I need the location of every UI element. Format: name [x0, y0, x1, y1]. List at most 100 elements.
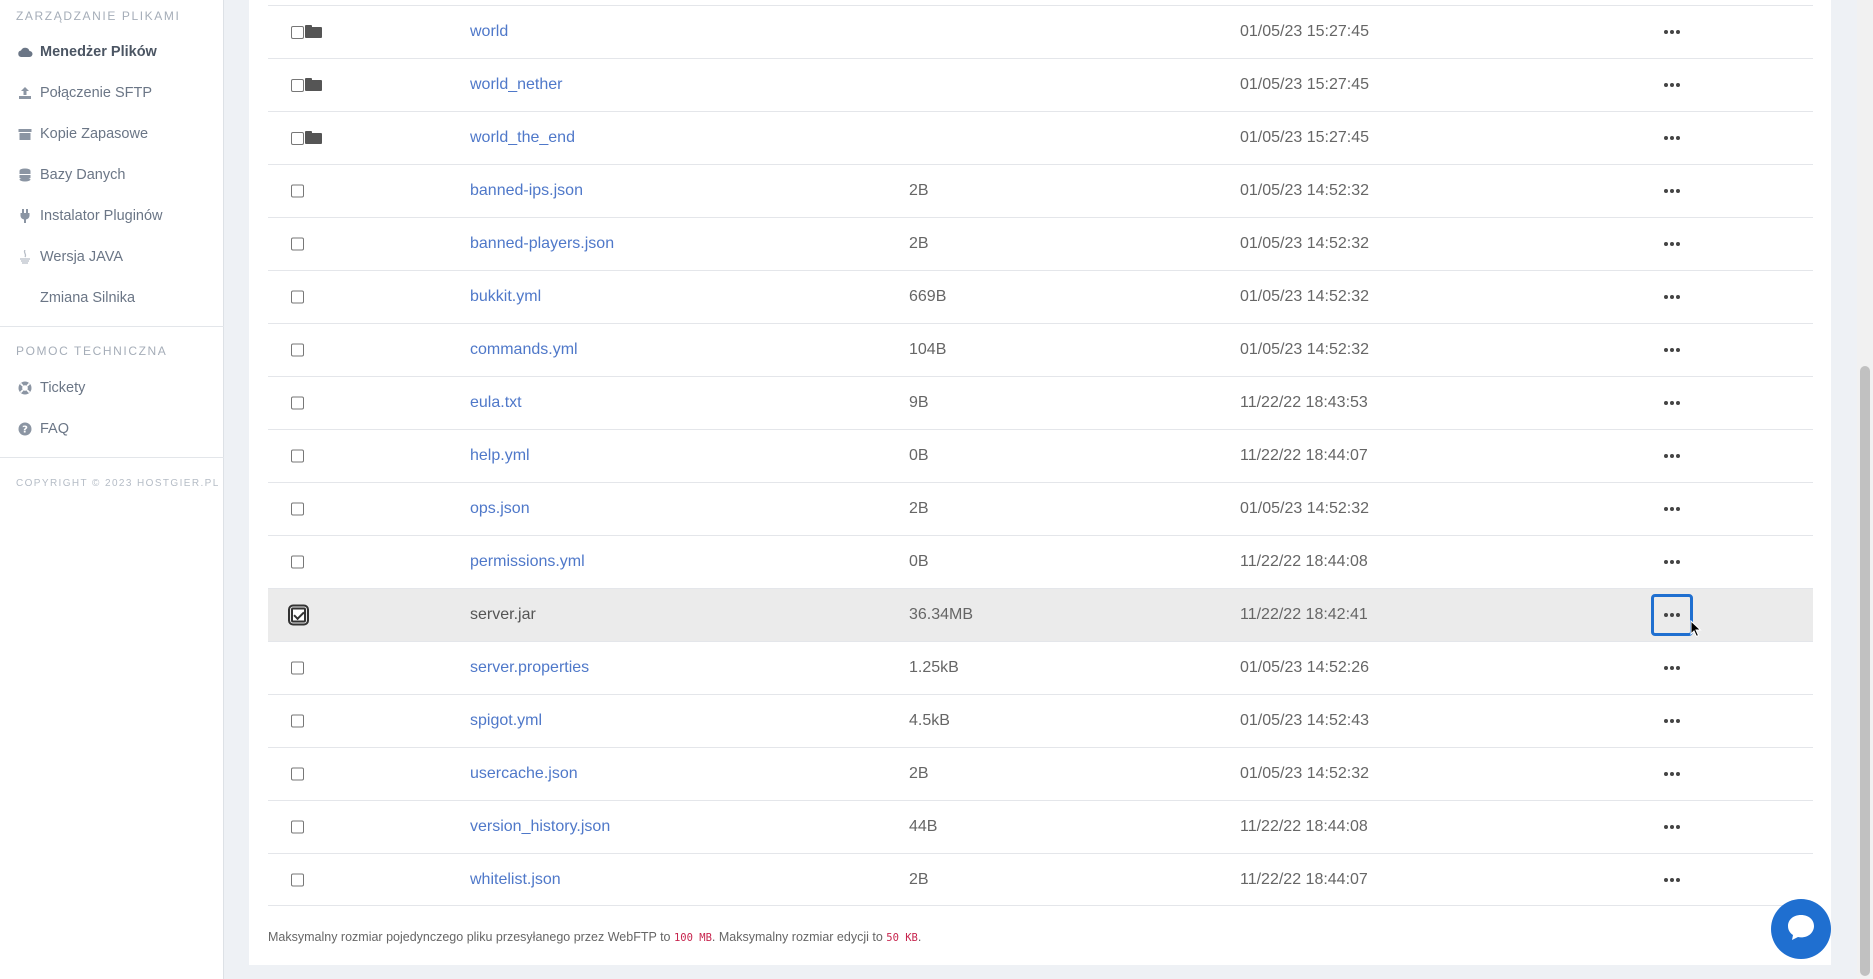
archive-icon	[16, 125, 34, 143]
row-actions-button[interactable]	[1651, 488, 1693, 530]
file-name-link[interactable]: banned-ips.json	[470, 182, 583, 200]
sidebar-item-engine-change[interactable]: Zmiana Silnika	[16, 283, 216, 313]
row-checkbox[interactable]	[291, 184, 304, 198]
row-checkbox[interactable]	[291, 555, 304, 569]
sidebar-item-file-manager[interactable]: Menedżer Plików	[16, 37, 216, 67]
file-name-link[interactable]: permissions.yml	[470, 553, 585, 571]
table-row[interactable]: world_the_end 01/05/23 15:27:45	[268, 111, 1813, 164]
file-modified-date: 01/05/23 14:52:32	[1240, 341, 1370, 358]
row-actions-button[interactable]	[1651, 329, 1693, 371]
row-actions-button[interactable]	[1651, 806, 1693, 848]
file-name-link[interactable]: version_history.json	[470, 818, 610, 836]
svg-text:?: ?	[22, 425, 28, 436]
file-name-link[interactable]: spigot.yml	[470, 712, 542, 730]
table-row[interactable]: commands.yml 104B 01/05/23 14:52:32	[268, 323, 1813, 376]
row-checkbox[interactable]	[291, 290, 304, 304]
table-row[interactable]: world 01/05/23 15:27:45	[268, 5, 1813, 58]
sidebar-item-sftp[interactable]: Połączenie SFTP	[16, 78, 216, 108]
row-actions-button[interactable]	[1651, 382, 1693, 424]
file-size: 2B	[909, 182, 929, 199]
file-name-link[interactable]: banned-players.json	[470, 235, 614, 253]
table-row[interactable]: bukkit.yml 669B 01/05/23 14:52:32	[268, 270, 1813, 323]
file-size: 0B	[909, 553, 929, 570]
table-row[interactable]: spigot.yml 4.5kB 01/05/23 14:52:43	[268, 694, 1813, 747]
table-row[interactable]: server.properties 1.25kB 01/05/23 14:52:26	[268, 641, 1813, 694]
row-actions-button[interactable]	[1651, 170, 1693, 212]
row-actions-button[interactable]	[1651, 64, 1693, 106]
table-row[interactable]: version_history.json 44B 11/22/22 18:44:08	[268, 800, 1813, 853]
table-row[interactable]: eula.txt 9B 11/22/22 18:43:53	[268, 376, 1813, 429]
ellipsis-icon	[1664, 613, 1680, 617]
sidebar-item-faq[interactable]: ? FAQ	[16, 414, 216, 444]
row-checkbox[interactable]	[291, 396, 304, 410]
file-name-link[interactable]: help.yml	[470, 447, 530, 465]
row-actions-button[interactable]	[1651, 647, 1693, 689]
ellipsis-icon	[1664, 189, 1680, 193]
row-checkbox[interactable]	[291, 131, 304, 145]
file-name-link[interactable]: ops.json	[470, 500, 530, 518]
file-modified-date: 01/05/23 15:27:45	[1240, 129, 1370, 146]
ellipsis-icon	[1664, 666, 1680, 670]
row-checkbox[interactable]	[291, 714, 304, 728]
chat-button[interactable]	[1771, 899, 1831, 959]
row-checkbox[interactable]	[291, 78, 304, 92]
cloud-icon	[16, 43, 34, 61]
copyright: COPYRIGHT © 2023 HOSTGIER.PL	[16, 478, 220, 489]
file-name-link[interactable]: server.jar	[470, 606, 536, 624]
row-actions-button[interactable]	[1651, 594, 1693, 636]
table-row[interactable]: usercache.json 2B 01/05/23 14:52:32	[268, 747, 1813, 800]
row-checkbox[interactable]	[288, 604, 309, 626]
sidebar-item-java-version[interactable]: Wersja JAVA	[16, 242, 216, 272]
row-actions-button[interactable]	[1651, 541, 1693, 583]
table-row[interactable]: banned-ips.json 2B 01/05/23 14:52:32	[268, 164, 1813, 217]
file-name-link[interactable]: whitelist.json	[470, 871, 561, 889]
table-row[interactable]: world_nether 01/05/23 15:27:45	[268, 58, 1813, 111]
row-actions-button[interactable]	[1651, 435, 1693, 477]
table-row[interactable]: server.jar 36.34MB 11/22/22 18:42:41	[268, 588, 1813, 641]
ellipsis-icon	[1664, 348, 1680, 352]
ellipsis-icon	[1664, 295, 1680, 299]
table-row[interactable]: help.yml 0B 11/22/22 18:44:07	[268, 429, 1813, 482]
row-checkbox[interactable]	[291, 767, 304, 781]
sidebar-item-plugin-installer[interactable]: Instalator Pluginów	[16, 201, 216, 231]
row-actions-button[interactable]	[1651, 700, 1693, 742]
file-name-link[interactable]: world	[470, 23, 508, 41]
folder-icon	[305, 131, 323, 145]
file-name-link[interactable]: world_nether	[470, 76, 563, 94]
table-row[interactable]: ops.json 2B 01/05/23 14:52:32	[268, 482, 1813, 535]
row-checkbox[interactable]	[291, 502, 304, 516]
row-select-cell	[291, 78, 323, 92]
row-actions-button[interactable]	[1651, 859, 1693, 901]
row-actions-button[interactable]	[1651, 11, 1693, 53]
table-row[interactable]: banned-players.json 2B 01/05/23 14:52:32	[268, 217, 1813, 270]
row-checkbox[interactable]	[291, 237, 304, 251]
row-checkbox[interactable]	[291, 873, 304, 886]
file-name-link[interactable]: world_the_end	[470, 129, 575, 147]
ellipsis-icon	[1664, 772, 1680, 776]
row-actions-button[interactable]	[1651, 753, 1693, 795]
row-checkbox[interactable]	[291, 449, 304, 463]
file-size: 44B	[909, 818, 938, 835]
row-actions-button[interactable]	[1651, 223, 1693, 265]
file-modified-date: 01/05/23 14:52:32	[1240, 288, 1370, 305]
file-name-link[interactable]: server.properties	[470, 659, 589, 677]
file-name-link[interactable]: bukkit.yml	[470, 288, 541, 306]
row-checkbox[interactable]	[291, 661, 304, 675]
row-select-cell	[291, 237, 304, 251]
table-row[interactable]: whitelist.json 2B 11/22/22 18:44:07	[268, 853, 1813, 906]
row-checkbox[interactable]	[291, 343, 304, 357]
row-checkbox[interactable]	[291, 25, 304, 39]
file-name-link[interactable]: eula.txt	[470, 394, 522, 412]
sidebar-item-databases[interactable]: Bazy Danych	[16, 160, 216, 190]
row-actions-button[interactable]	[1651, 117, 1693, 159]
scrollbar-thumb[interactable]	[1860, 366, 1870, 976]
table-row[interactable]: permissions.yml 0B 11/22/22 18:44:08	[268, 535, 1813, 588]
sidebar-item-tickets[interactable]: Tickety	[16, 373, 216, 403]
row-checkbox[interactable]	[291, 820, 304, 834]
file-name-link[interactable]: commands.yml	[470, 341, 578, 359]
page-scrollbar[interactable]	[1857, 0, 1873, 979]
sidebar-item-backups[interactable]: Kopie Zapasowe	[16, 119, 216, 149]
row-actions-button[interactable]	[1651, 276, 1693, 318]
file-name-link[interactable]: usercache.json	[470, 765, 578, 783]
file-modified-date: 11/22/22 18:44:08	[1240, 818, 1368, 835]
